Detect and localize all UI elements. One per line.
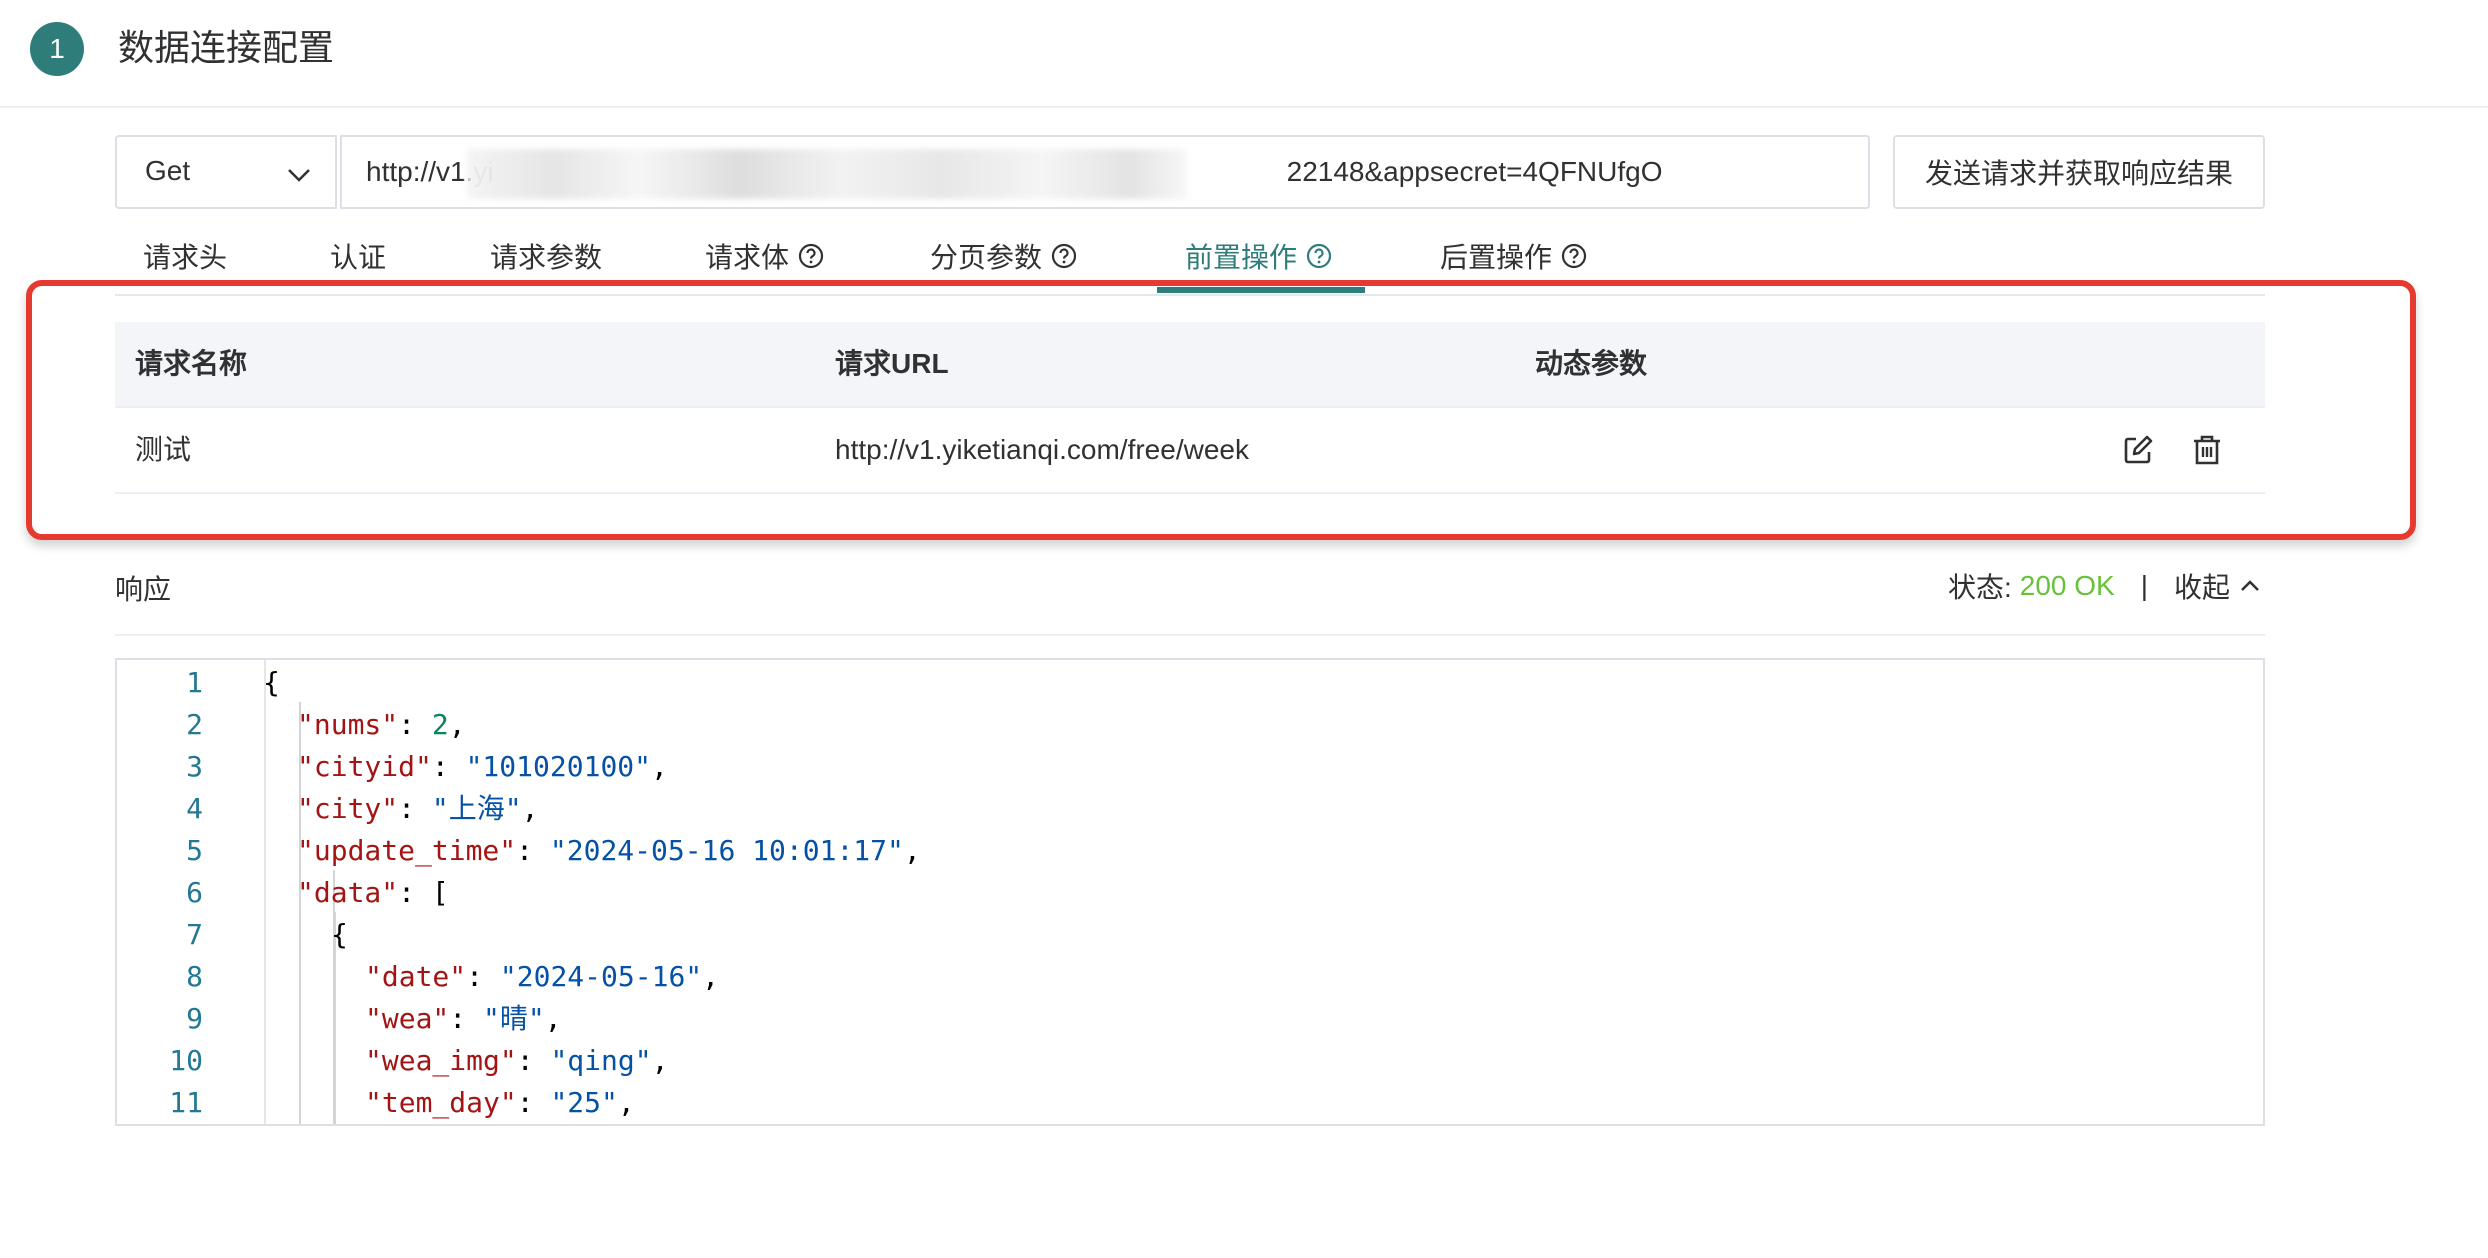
- code-text: {: [331, 918, 348, 951]
- line-number: 11: [169, 1086, 203, 1119]
- response-divider: [115, 634, 2265, 636]
- code-text: {: [263, 666, 280, 699]
- code-lines: 1 { 2 "nums": 2, 3 "cityid": "101020100"…: [117, 662, 2263, 1124]
- line-number: 6: [186, 876, 203, 909]
- code-text: "wea_img": "qing",: [365, 1044, 669, 1077]
- code-line: 4 "city": "上海",: [117, 788, 2263, 830]
- collapse-button[interactable]: 收起: [2174, 566, 2262, 606]
- response-status-bar: 状态: 200 OK | 收起: [1948, 566, 2262, 606]
- line-number: 5: [186, 834, 203, 867]
- chevron-down-icon: [285, 161, 313, 194]
- code-line: 5 "update_time": "2024-05-16 10:01:17",: [117, 830, 2263, 872]
- code-text: "city": "上海",: [297, 792, 539, 825]
- code-text: "nums": 2,: [297, 708, 466, 741]
- line-number: 9: [186, 1002, 203, 1035]
- tab-label: 请求头: [143, 242, 228, 273]
- line-number: 2: [186, 708, 203, 741]
- status-label: 状态:: [1947, 572, 2012, 603]
- tab-label: 分页参数: [930, 242, 1043, 273]
- code-text: "wea": "晴",: [365, 1002, 562, 1035]
- code-line: 6 "data": [: [117, 872, 2263, 914]
- response-label: 响应: [115, 574, 172, 605]
- code-text: "date": "2024-05-16",: [365, 960, 720, 993]
- code-line: 1 {: [117, 662, 2263, 704]
- chevron-up-icon: [2241, 580, 2259, 591]
- line-number: 10: [169, 1044, 203, 1077]
- code-line: 9 "wea": "晴",: [117, 998, 2263, 1040]
- highlight-annotation: [26, 280, 2416, 540]
- code-line: 7 {: [117, 914, 2263, 956]
- tab-label: 认证: [330, 242, 387, 273]
- code-text: "data": [: [297, 876, 449, 909]
- line-number: 7: [186, 918, 203, 951]
- separator: |: [2140, 570, 2148, 601]
- line-number: 8: [186, 960, 203, 993]
- url-input[interactable]: http://v1.yi 22148&appsecret=4QFNUfgO: [340, 135, 1870, 209]
- collapse-label: 收起: [2173, 572, 2230, 603]
- response-code-editor[interactable]: 1 { 2 "nums": 2, 3 "cityid": "101020100"…: [115, 658, 2265, 1126]
- page-title: 数据连接配置: [118, 27, 335, 68]
- help-icon[interactable]: [797, 242, 825, 270]
- code-line: 2 "nums": 2,: [117, 704, 2263, 746]
- method-value: Get: [145, 155, 191, 186]
- code-text: "tem_day": "25",: [365, 1086, 635, 1119]
- tab-label: 前置操作: [1185, 242, 1298, 273]
- code-text: "update_time": "2024-05-16 10:01:17",: [297, 834, 921, 867]
- method-select[interactable]: Get: [115, 135, 337, 209]
- code-text: "cityid": "101020100",: [297, 750, 668, 783]
- tab-label: 后置操作: [1440, 242, 1553, 273]
- code-line: 8 "date": "2024-05-16",: [117, 956, 2263, 998]
- code-line: 10 "wea_img": "qing",: [117, 1040, 2263, 1082]
- line-number: 1: [186, 666, 203, 699]
- step-badge: 1: [30, 22, 84, 76]
- section-header: 1 数据连接配置: [0, 0, 2488, 108]
- help-icon[interactable]: [1050, 242, 1078, 270]
- help-icon[interactable]: [1560, 242, 1588, 270]
- url-redaction: [467, 149, 1187, 199]
- line-number: 4: [186, 792, 203, 825]
- status-value: 200 OK: [2019, 570, 2115, 601]
- url-visible-end: 22148&appsecret=4QFNUfgO: [1286, 156, 1663, 187]
- line-number: 3: [186, 750, 203, 783]
- code-line: 3 "cityid": "101020100",: [117, 746, 2263, 788]
- tab-label: 请求参数: [490, 242, 603, 273]
- tab-label: 请求体: [705, 242, 790, 273]
- code-line: 11 "tem_day": "25",: [117, 1082, 2263, 1124]
- send-request-button[interactable]: 发送请求并获取响应结果: [1893, 135, 2265, 209]
- help-icon[interactable]: [1305, 242, 1333, 270]
